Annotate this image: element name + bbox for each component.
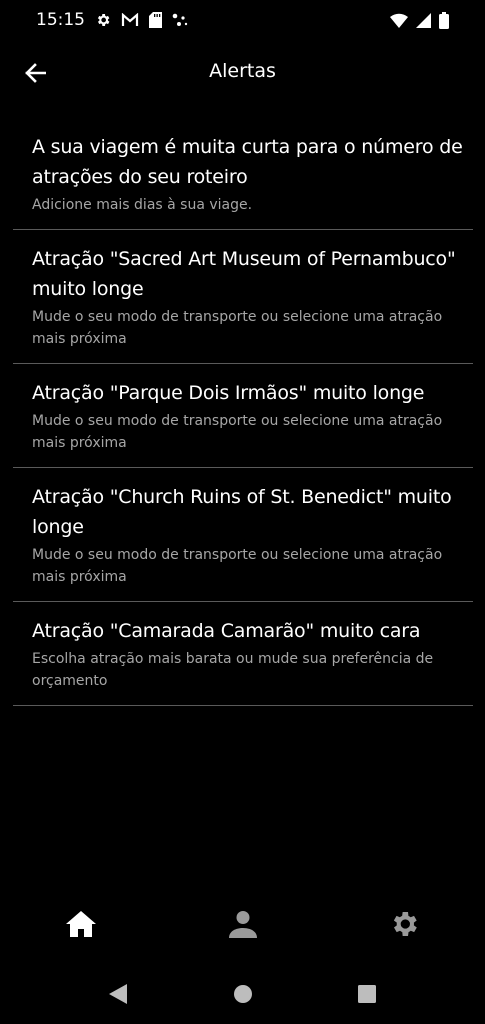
nav-settings-button[interactable]	[388, 908, 420, 940]
system-back-button[interactable]	[107, 983, 129, 1005]
alert-description: Escolha atração mais barata ou mude sua …	[32, 651, 434, 689]
battery-icon	[439, 11, 449, 29]
alert-title: Atração "Sacred Art Museum of Pernambuco…	[32, 248, 456, 300]
alert-item[interactable]: Atração "Camarada Camarão" muito cara Es…	[13, 602, 473, 706]
alerts-list: A sua viagem é muita curta para o número…	[13, 118, 473, 706]
alert-item[interactable]: A sua viagem é muita curta para o número…	[13, 118, 473, 230]
back-triangle-icon	[109, 983, 127, 1004]
dots-icon	[172, 13, 188, 27]
alert-title: A sua viagem é muita curta para o número…	[32, 136, 463, 188]
system-recents-button[interactable]	[356, 983, 378, 1005]
gmail-icon	[121, 13, 139, 27]
alert-item[interactable]: Atração "Sacred Art Museum of Pernambuco…	[13, 230, 473, 364]
alert-description: Mude o seu modo de transporte ou selecio…	[32, 547, 443, 585]
status-right	[390, 11, 449, 29]
alert-title: Atração "Camarada Camarão" muito cara	[32, 620, 421, 642]
sd-card-icon	[149, 12, 162, 28]
bottom-nav	[0, 885, 485, 963]
alert-description: Mude o seu modo de transporte ou selecio…	[32, 309, 443, 347]
signal-icon	[416, 12, 431, 28]
alert-title: Atração "Parque Dois Irmãos" muito longe	[32, 382, 425, 404]
alert-description: Adicione mais dias à sua viage.	[32, 197, 253, 213]
app-bar: Alertas	[0, 48, 485, 96]
alert-item[interactable]: Atração "Parque Dois Irmãos" muito longe…	[13, 364, 473, 468]
page-title: Alertas	[209, 60, 276, 82]
status-time: 15:15	[36, 10, 85, 30]
alert-description: Mude o seu modo de transporte ou selecio…	[32, 413, 443, 451]
system-home-button[interactable]	[232, 983, 254, 1005]
system-nav-bar	[0, 963, 485, 1024]
status-bar: 15:15	[0, 0, 485, 40]
recents-square-icon	[358, 984, 376, 1003]
wifi-icon	[390, 13, 408, 28]
nav-profile-button[interactable]	[227, 908, 259, 940]
gear-icon	[393, 912, 417, 936]
nav-home-button[interactable]	[65, 908, 97, 940]
home-icon	[66, 911, 96, 937]
status-left: 15:15	[36, 10, 188, 30]
alert-item[interactable]: Atração "Church Ruins of St. Benedict" m…	[13, 468, 473, 602]
settings-icon	[95, 12, 111, 28]
alert-title: Atração "Church Ruins of St. Benedict" m…	[32, 486, 452, 538]
home-circle-icon	[233, 984, 252, 1003]
person-icon	[228, 911, 257, 938]
